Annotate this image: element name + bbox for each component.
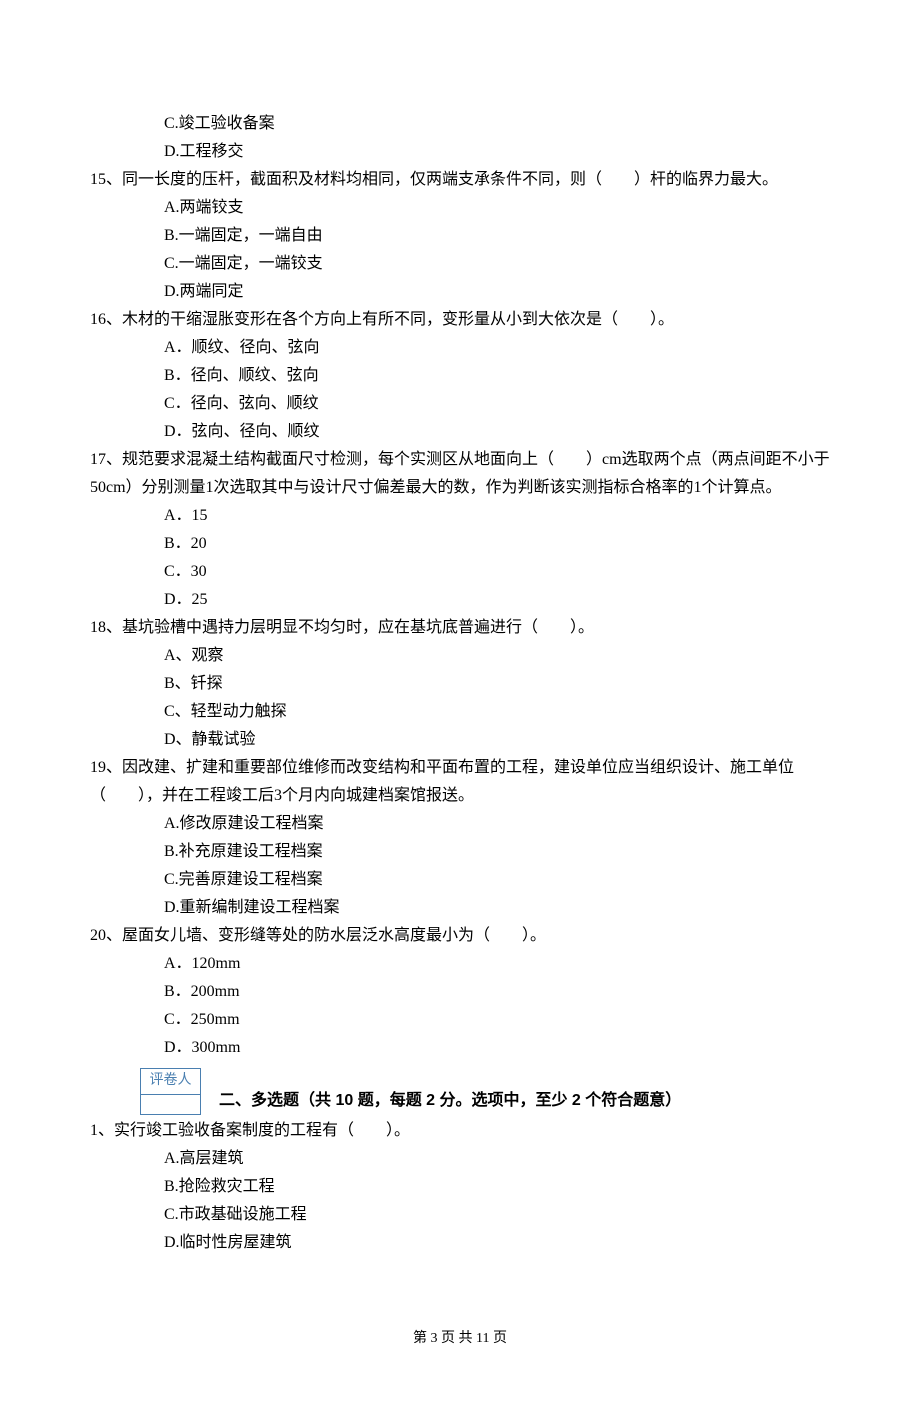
s2q1-option-d: D.临时性房屋建筑 [90, 1229, 830, 1257]
section-2-title: 二、多选题（共 10 题，每题 2 分。选项中，至少 2 个符合题意） [219, 1087, 681, 1115]
grader-box: 评卷人 [140, 1068, 201, 1115]
q15-option-b: B.一端固定，一端自由 [90, 222, 830, 250]
q-num: 15、 [90, 171, 122, 188]
q-num: 17、 [90, 451, 122, 468]
q20-option-c: C．250mm [90, 1006, 830, 1034]
option-d-pre: D.工程移交 [90, 138, 830, 166]
question-15: 15、同一长度的压杆，截面积及材料均相同，仅两端支承条件不同，则（ ）杆的临界力… [90, 166, 830, 194]
q15-option-d: D.两端同定 [90, 278, 830, 306]
q-text: 屋面女儿墙、变形缝等处的防水层泛水高度最小为（ ）。 [122, 927, 546, 944]
footer-total: 11 [476, 1331, 489, 1346]
grader-label: 评卷人 [141, 1069, 201, 1095]
s2q1-option-b: B.抢险救灾工程 [90, 1173, 830, 1201]
q17-option-b: B．20 [90, 530, 830, 558]
q-text: 木材的干缩湿胀变形在各个方向上有所不同，变形量从小到大依次是（ ）。 [122, 311, 674, 328]
q16-option-d: D．弦向、径向、顺纹 [90, 418, 830, 446]
page-footer: 第 3 页 共 11 页 [90, 1327, 830, 1352]
q-num: 1、 [90, 1122, 114, 1139]
q17-option-d: D．25 [90, 586, 830, 614]
q16-option-c: C．径向、弦向、顺纹 [90, 390, 830, 418]
footer-page: 3 [431, 1331, 438, 1346]
q20-option-b: B．200mm [90, 978, 830, 1006]
q19-option-c: C.完善原建设工程档案 [90, 866, 830, 894]
q-num: 18、 [90, 619, 122, 636]
q18-option-c: C、轻型动力触探 [90, 698, 830, 726]
footer-mid: 页 共 [438, 1331, 477, 1346]
q-num: 16、 [90, 311, 122, 328]
q-text: 因改建、扩建和重要部位维修而改变结构和平面布置的工程，建设单位应当组织设计、施工… [90, 759, 794, 804]
q19-option-b: B.补充原建设工程档案 [90, 838, 830, 866]
q18-option-a: A、观察 [90, 642, 830, 670]
q16-option-b: B．径向、顺纹、弦向 [90, 362, 830, 390]
footer-suffix: 页 [489, 1331, 507, 1346]
grader-empty-cell [141, 1094, 201, 1114]
s2q1-option-c: C.市政基础设施工程 [90, 1201, 830, 1229]
footer-prefix: 第 [413, 1331, 431, 1346]
q-text: 同一长度的压杆，截面积及材料均相同，仅两端支承条件不同，则（ ）杆的临界力最大。 [122, 171, 778, 188]
q-num: 19、 [90, 759, 122, 776]
question-16: 16、木材的干缩湿胀变形在各个方向上有所不同，变形量从小到大依次是（ ）。 [90, 306, 830, 334]
q-text: 基坑验槽中遇持力层明显不均匀时，应在基坑底普遍进行（ ）。 [122, 619, 594, 636]
section2-question-1: 1、实行竣工验收备案制度的工程有（ ）。 [90, 1117, 830, 1145]
q19-option-d: D.重新编制建设工程档案 [90, 894, 830, 922]
q20-option-a: A．120mm [90, 950, 830, 978]
q17-option-c: C．30 [90, 558, 830, 586]
question-17: 17、规范要求混凝土结构截面尺寸检测，每个实测区从地面向上（ ）cm选取两个点（… [90, 446, 830, 502]
s2q1-option-a: A.高层建筑 [90, 1145, 830, 1173]
section-header-row: 评卷人 二、多选题（共 10 题，每题 2 分。选项中，至少 2 个符合题意） [90, 1062, 830, 1117]
q18-option-d: D、静载试验 [90, 726, 830, 754]
q15-option-c: C.一端固定，一端铰支 [90, 250, 830, 278]
question-20: 20、屋面女儿墙、变形缝等处的防水层泛水高度最小为（ ）。 [90, 922, 830, 950]
question-19: 19、因改建、扩建和重要部位维修而改变结构和平面布置的工程，建设单位应当组织设计… [90, 754, 830, 810]
q19-option-a: A.修改原建设工程档案 [90, 810, 830, 838]
q-num: 20、 [90, 927, 122, 944]
q15-option-a: A.两端铰支 [90, 194, 830, 222]
q20-option-d: D．300mm [90, 1034, 830, 1062]
q16-option-a: A．顺纹、径向、弦向 [90, 334, 830, 362]
q-text: 实行竣工验收备案制度的工程有（ ）。 [114, 1122, 410, 1139]
question-18: 18、基坑验槽中遇持力层明显不均匀时，应在基坑底普遍进行（ ）。 [90, 614, 830, 642]
option-c-pre: C.竣工验收备案 [90, 110, 830, 138]
q18-option-b: B、钎探 [90, 670, 830, 698]
q17-option-a: A．15 [90, 502, 830, 530]
q-text: 规范要求混凝土结构截面尺寸检测，每个实测区从地面向上（ ）cm选取两个点（两点间… [90, 451, 830, 496]
